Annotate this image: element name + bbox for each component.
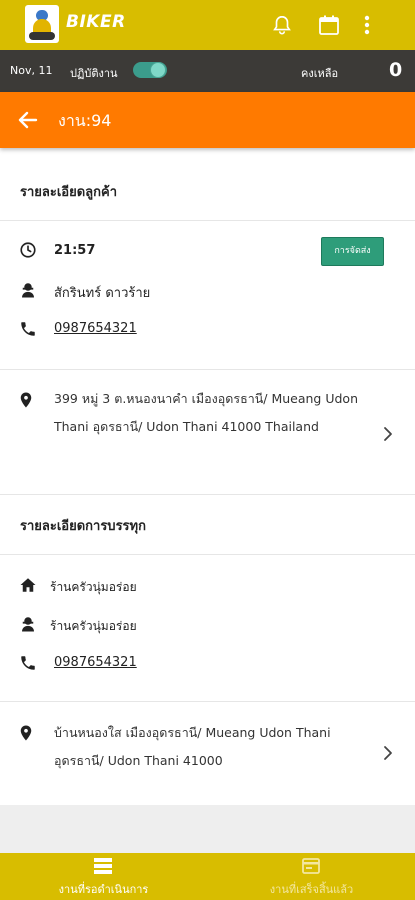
nav-completed-label: งานที่เสร็จสิ้นแล้ว: [269, 883, 354, 896]
content-bottom-spacer: [0, 805, 415, 853]
back-arrow-icon[interactable]: [16, 108, 40, 132]
pickup-phone-link[interactable]: 0987654321: [54, 655, 137, 670]
brand-name: BIKER: [66, 12, 126, 32]
customer-name: สักรินทร์ ดาวร้าย: [54, 286, 151, 301]
page-title: งาน:94: [58, 111, 112, 130]
chevron-right-icon[interactable]: [380, 425, 396, 443]
home-icon: [20, 578, 36, 592]
divider: [0, 369, 415, 370]
location-pin-icon: [20, 392, 32, 408]
nav-pending-jobs[interactable]: งานที่รอดำเนินการ: [0, 853, 207, 900]
divider: [0, 494, 415, 495]
customer-address[interactable]: 399 หมู่ 3 ต.หนองนาคำ เมืองอุดรธานี/ Mue…: [54, 385, 364, 441]
pickup-address[interactable]: บ้านหนองใส เมืองอุดรธานี/ Mueang Udon Th…: [54, 719, 364, 775]
clock-icon: [20, 242, 36, 258]
phone-icon: [21, 322, 35, 336]
nav-completed-jobs[interactable]: งานที่เสร็จสิ้นแล้ว: [208, 853, 415, 900]
remaining-count: 0: [389, 59, 403, 81]
status-bar: Nov, 11 ปฏิบัติงาน คงเหลือ 0: [0, 50, 415, 92]
chevron-right-icon[interactable]: [380, 744, 396, 762]
nav-pending-label: งานที่รอดำเนินการ: [58, 883, 149, 896]
work-status-toggle[interactable]: [133, 62, 167, 78]
bell-icon[interactable]: [271, 13, 293, 37]
work-status-label: ปฏิบัติงาน: [70, 67, 118, 80]
customer-section-title: รายละเอียดลูกค้า: [20, 185, 117, 200]
calendar-icon[interactable]: [317, 13, 341, 37]
app-bar: BIKER: [0, 0, 415, 50]
divider: [0, 554, 415, 555]
pickup-contact-name: ร้านครัวนุ่มอร่อย: [50, 619, 137, 633]
location-pin-icon: [20, 725, 32, 741]
job-header: งาน:94: [0, 92, 415, 148]
divider: [0, 220, 415, 221]
pickup-store-name: ร้านครัวนุ่มอร่อย: [50, 580, 137, 594]
delivery-status-button[interactable]: การจัดส่ง: [321, 237, 384, 266]
divider: [0, 701, 415, 702]
card-icon: [302, 858, 320, 874]
more-menu-icon[interactable]: [357, 13, 377, 37]
order-time: 21:57: [54, 243, 96, 258]
bottom-navigation: งานที่รอดำเนินการ งานที่เสร็จสิ้นแล้ว: [0, 853, 415, 900]
list-icon: [94, 858, 112, 874]
status-date: Nov, 11: [10, 64, 53, 77]
person-icon: [22, 617, 34, 632]
phone-icon: [21, 656, 35, 670]
app-logo: [25, 5, 59, 43]
customer-phone-link[interactable]: 0987654321: [54, 321, 137, 336]
pickup-section-title: รายละเอียดการบรรทุก: [20, 519, 146, 534]
remaining-label: คงเหลือ: [301, 67, 339, 80]
person-icon: [22, 283, 34, 298]
